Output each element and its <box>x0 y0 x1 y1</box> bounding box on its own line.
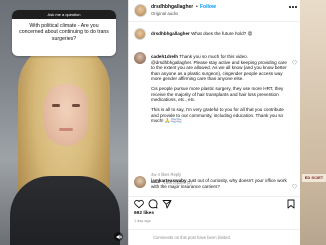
question-sticker-text: With political climate - Are you concern… <box>19 23 109 42</box>
share-icon[interactable] <box>162 199 172 209</box>
question-sticker-header: Ask me a question <box>12 10 116 19</box>
post-date: 1 day ago <box>134 219 151 223</box>
audio-label[interactable]: Original audio <box>151 11 178 16</box>
comment-like-heart-icon[interactable] <box>292 184 297 189</box>
comment-paragraph: This is all to say, I'm very grateful to… <box>151 107 284 124</box>
follow-button[interactable]: Follow <box>200 4 216 10</box>
comment-meta: 4w 4 likes Reply <box>151 172 182 177</box>
author-avatar[interactable] <box>134 4 147 17</box>
save-bookmark-icon[interactable] <box>286 199 296 209</box>
comment-body: cadeh1drelh Thank you so much for this v… <box>151 54 289 128</box>
video-subject-right-eye <box>72 104 80 107</box>
video-subject-face <box>44 84 88 146</box>
caption-text: What does the future hold? 😫 <box>191 31 253 36</box>
video-subject-shoulders <box>10 176 120 245</box>
action-bar <box>129 196 300 210</box>
mute-icon[interactable] <box>114 232 123 241</box>
post-caption: drsdhbhgallagher What does the future ho… <box>151 31 297 37</box>
post-details-panel: drsdhbhgallagher • Follow Original audio… <box>128 0 300 245</box>
comment-icon[interactable] <box>148 199 158 209</box>
caption-username[interactable]: drsdhbhgallagher <box>151 31 190 36</box>
video-subject-mouth <box>59 128 73 131</box>
video-panel[interactable]: Ask me a question With political climate… <box>0 0 128 245</box>
next-post-preview-label: ED SCIET <box>302 174 326 182</box>
next-post-preview[interactable] <box>300 0 326 245</box>
more-options-icon[interactable] <box>289 6 297 10</box>
post-header: drsdhbhgallagher • Follow Original audio <box>129 0 300 22</box>
comment-body: iamkarteaswaby Just out of curiosity, wh… <box>151 178 289 189</box>
comment-avatar[interactable] <box>134 52 146 64</box>
question-sticker: Ask me a question With political climate… <box>12 10 116 56</box>
comment-avatar[interactable] <box>134 176 146 188</box>
comment-username[interactable]: iamkarteaswaby <box>151 178 187 183</box>
header-separator-dot: • <box>196 4 198 10</box>
comment-input-bar: Comments on this post have been limited. <box>129 229 300 245</box>
caption-author-avatar[interactable] <box>134 28 146 40</box>
likes-count[interactable]: 692 likes <box>134 211 154 216</box>
author-username[interactable]: drsdhbhgallagher <box>151 4 193 10</box>
comment-username[interactable]: cadeh1drelh <box>151 54 178 59</box>
comments-limited-notice: Comments on this post have been limited. <box>153 235 231 240</box>
like-heart-icon[interactable] <box>134 199 144 209</box>
comment-paragraph: Cis people pursue more plastic surgery, … <box>151 86 284 103</box>
video-subject-left-eye <box>52 104 60 107</box>
comment-like-heart-icon[interactable] <box>292 60 297 65</box>
